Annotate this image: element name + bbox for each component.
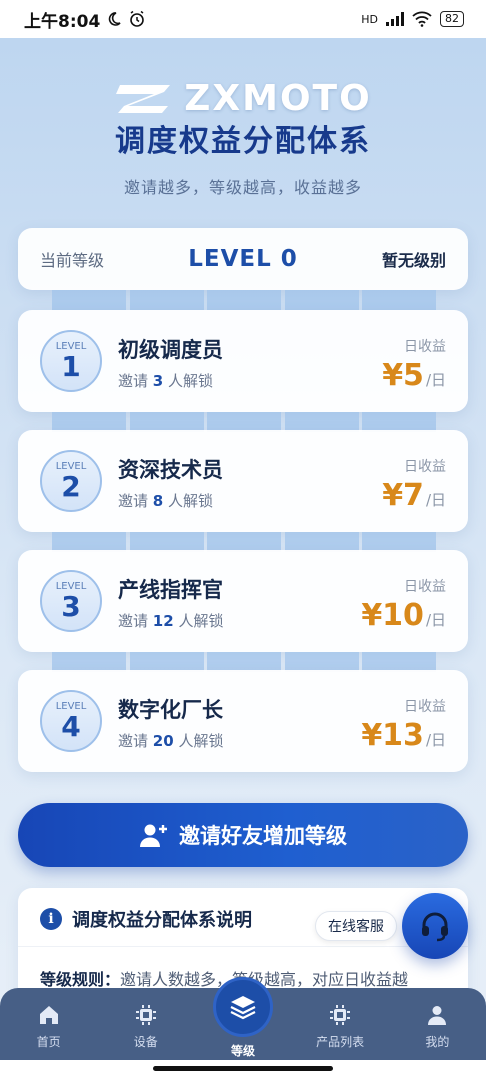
level-badge: LEVEL 1	[40, 330, 102, 392]
home-indicator[interactable]	[0, 1060, 486, 1080]
level-badge: LEVEL 4	[40, 690, 102, 752]
level-card-1[interactable]: LEVEL 1 初级调度员 邀请 3 人解锁 日收益 ¥5 /日	[18, 310, 468, 412]
online-service-button[interactable]: 在线客服	[315, 911, 397, 941]
card-connector	[52, 532, 436, 552]
level-badge: LEVEL 2	[40, 450, 102, 512]
current-level-value: LEVEL 0	[188, 246, 298, 272]
current-grade: 暂无级别	[381, 251, 446, 270]
nav-item-level[interactable]	[213, 977, 273, 1037]
badge-number: 1	[61, 349, 81, 383]
current-level-card: 当前等级 LEVEL 0 暂无级别	[18, 228, 468, 290]
layers-icon	[230, 996, 256, 1020]
income-unit: /日	[425, 731, 446, 749]
signal-icon	[386, 12, 404, 26]
level-requirement: 邀请 12 人解锁	[118, 612, 224, 630]
nav-item-profile[interactable]: 我的	[397, 1003, 477, 1050]
income-label: 日收益	[404, 459, 446, 475]
card-connector	[52, 290, 436, 310]
level-badge: LEVEL 3	[40, 570, 102, 632]
income-amount: ¥5	[382, 358, 424, 393]
page-title: 调度权益分配体系	[115, 124, 371, 159]
invite-count: 8	[152, 492, 164, 510]
income-value: ¥5 /日	[382, 358, 446, 393]
brand-mark-icon	[116, 84, 171, 113]
nav-label: 产品列表	[316, 1035, 365, 1049]
invite-count: 3	[152, 372, 164, 390]
income-amount: ¥13	[361, 718, 424, 753]
rule-label: 等级规则：	[40, 970, 121, 989]
income-unit: /日	[425, 491, 446, 509]
badge-number: 4	[61, 709, 81, 743]
info-title: 调度权益分配体系说明	[72, 910, 252, 931]
income-label: 日收益	[404, 339, 446, 355]
level-card-3[interactable]: LEVEL 3 产线指挥官 邀请 12 人解锁 日收益 ¥10 /日	[18, 550, 468, 652]
customer-service-button[interactable]	[402, 893, 468, 959]
level-requirement: 邀请 3 人解锁	[118, 372, 214, 390]
income-value: ¥10 /日	[361, 598, 446, 633]
home-icon	[39, 1006, 58, 1024]
income-value: ¥7 /日	[382, 478, 446, 513]
level-name: 初级调度员	[118, 338, 223, 362]
nav-label: 我的	[425, 1035, 450, 1049]
battery-icon: 82	[440, 11, 464, 27]
level-card-4[interactable]: LEVEL 4 数字化厂长 邀请 20 人解锁 日收益 ¥13 /日	[18, 670, 468, 772]
status-left: 上午8:04	[24, 7, 146, 32]
chip-icon	[330, 1005, 351, 1025]
income-unit: /日	[425, 371, 446, 389]
invite-friends-button[interactable]: 邀请好友增加等级	[18, 803, 468, 867]
current-level-label: 当前等级	[40, 251, 105, 270]
status-bar: 上午8:04 HD 82	[0, 0, 486, 38]
network-type: HD	[361, 12, 378, 26]
income-label: 日收益	[404, 579, 446, 595]
info-icon: i	[40, 908, 62, 930]
brand-logo: ZXMOTO	[0, 78, 486, 119]
moon-icon	[109, 12, 121, 26]
nav-item-home[interactable]: 首页	[9, 1003, 89, 1050]
income-label: 日收益	[404, 699, 446, 715]
level-name: 资深技术员	[118, 458, 223, 482]
invite-button-label: 邀请好友增加等级	[179, 824, 347, 848]
level-requirement: 邀请 20 人解锁	[118, 732, 224, 750]
brand-name: ZXMOTO	[184, 78, 372, 119]
income-value: ¥13 /日	[361, 718, 446, 753]
income-unit: /日	[425, 611, 446, 629]
badge-number: 3	[61, 589, 81, 623]
headset-icon	[422, 912, 448, 942]
invite-count: 12	[152, 612, 174, 630]
alarm-icon	[130, 10, 145, 27]
income-amount: ¥10	[361, 598, 424, 633]
nav-item-products[interactable]: 产品列表	[300, 1003, 380, 1050]
nav-label: 设备	[133, 1035, 158, 1049]
user-icon	[428, 1006, 447, 1025]
nav-label: 首页	[36, 1035, 61, 1049]
nav-label-active: 等级	[230, 1044, 255, 1058]
card-connector	[52, 652, 436, 672]
divider	[18, 946, 468, 947]
badge-number: 2	[61, 469, 81, 503]
status-time: 上午8:04	[24, 11, 101, 32]
card-connector	[52, 412, 436, 432]
level-name: 产线指挥官	[118, 578, 223, 602]
status-right: HD 82	[361, 11, 464, 27]
chip-icon	[135, 1005, 156, 1025]
wifi-icon	[412, 11, 432, 27]
add-user-icon	[140, 824, 167, 847]
level-card-2[interactable]: LEVEL 2 资深技术员 邀请 8 人解锁 日收益 ¥7 /日	[18, 430, 468, 532]
page-subtitle: 邀请越多，等级越高，收益越多	[123, 178, 362, 197]
invite-count: 20	[152, 732, 174, 750]
level-requirement: 邀请 8 人解锁	[118, 492, 214, 510]
info-header: i 调度权益分配体系说明	[40, 906, 252, 932]
level-name: 数字化厂长	[118, 698, 223, 722]
nav-item-devices[interactable]: 设备	[106, 1003, 186, 1050]
income-amount: ¥7	[382, 478, 424, 513]
